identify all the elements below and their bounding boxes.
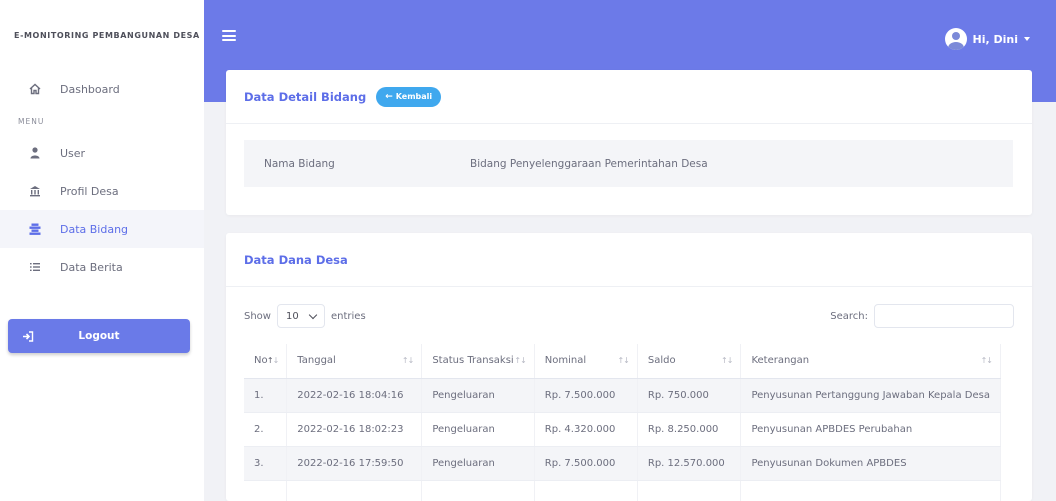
sort-icon: ↑↓ bbox=[980, 356, 993, 365]
sidebar-item-label: Data Berita bbox=[60, 260, 123, 274]
cell-saldo: Rp. 8.250.000 bbox=[637, 412, 742, 447]
sort-icon: ↑↓ bbox=[266, 356, 279, 365]
column-header-saldo[interactable]: Saldo ↑↓ bbox=[637, 344, 742, 379]
menu-heading: MENU bbox=[18, 116, 45, 126]
sort-icon: ↑↓ bbox=[514, 356, 526, 365]
cell-nominal: Rp. 4.320.000 bbox=[534, 412, 638, 447]
card-header: Data Dana Desa bbox=[226, 233, 1032, 287]
home-icon bbox=[28, 82, 42, 96]
sidebar: E-MONITORING PEMBANGUNAN DESA Dashboard … bbox=[0, 0, 204, 501]
sign-out-icon bbox=[22, 329, 36, 343]
sidebar-item-profil-desa[interactable]: Profil Desa bbox=[0, 172, 204, 210]
cell-nominal: Rp. 7.500.000 bbox=[534, 378, 638, 413]
cell-nominal: Rp. 7.500.000 bbox=[534, 446, 638, 481]
table-controls: Show 10 entries Search: bbox=[244, 303, 1014, 329]
card-header: Data Detail Bidang ← Kembali bbox=[226, 70, 1032, 124]
cell-tanggal: 2022-02-16 17:59:50 bbox=[286, 446, 423, 481]
logout-label: Logout bbox=[78, 330, 120, 342]
column-header-keterangan[interactable]: Keterangan ↑↓ bbox=[740, 344, 1001, 379]
table-header-row: No ↑↓ Tanggal ↑↓ Status Transaksi ↑↓ Nomina… bbox=[244, 344, 1001, 379]
search-box: Search: bbox=[830, 304, 1014, 328]
search-label: Search: bbox=[830, 310, 868, 322]
back-label: Kembali bbox=[395, 92, 433, 101]
show-label: Show bbox=[244, 310, 271, 322]
table-row bbox=[244, 480, 1001, 501]
user-menu[interactable]: Hi, Dini bbox=[944, 28, 1030, 50]
cell-status: Pengeluaran bbox=[421, 446, 535, 481]
cell-keterangan: Penyusunan Pertanggung Jawaban Kepala De… bbox=[740, 378, 1001, 413]
list-lines-icon bbox=[28, 260, 42, 274]
sort-icon: ↑↓ bbox=[617, 356, 629, 365]
detail-bidang-card: Data Detail Bidang ← Kembali Nama Bidang… bbox=[226, 70, 1032, 215]
dana-desa-card: Data Dana Desa Show 10 entries Search: N… bbox=[226, 233, 1032, 501]
show-entries: Show 10 entries bbox=[244, 304, 366, 328]
cell-no: 2. bbox=[244, 412, 288, 447]
app-title: E-MONITORING PEMBANGUNAN DESA bbox=[14, 30, 200, 40]
user-icon bbox=[28, 146, 42, 160]
sidebar-item-user[interactable]: User bbox=[0, 134, 204, 172]
cell-tanggal: 2022-02-16 18:04:16 bbox=[286, 378, 423, 413]
field-value: Bidang Penyelenggaraan Pemerintahan Desa bbox=[470, 157, 708, 170]
field-label: Nama Bidang bbox=[264, 157, 335, 170]
menu-toggle-icon[interactable] bbox=[222, 30, 236, 41]
table-row: 2. 2022-02-16 18:02:23 Pengeluaran Rp. 4… bbox=[244, 412, 1001, 447]
entries-select[interactable]: 10 bbox=[276, 304, 325, 328]
card-title: Data Dana Desa bbox=[244, 252, 348, 267]
logout-button[interactable]: Logout bbox=[8, 319, 190, 353]
user-greeting: Hi, Dini bbox=[972, 32, 1019, 46]
cell-saldo: Rp. 12.570.000 bbox=[637, 446, 742, 481]
cell-no: 1. bbox=[244, 378, 288, 413]
sort-icon: ↑↓ bbox=[721, 356, 733, 365]
sidebar-item-data-berita[interactable]: Data Berita bbox=[0, 248, 204, 286]
cell-keterangan: Penyusunan APBDES Perubahan bbox=[740, 412, 1001, 447]
cell-saldo: Rp. 750.000 bbox=[637, 378, 742, 413]
sidebar-item-label: Profil Desa bbox=[60, 184, 119, 198]
column-header-status[interactable]: Status Transaksi ↑↓ bbox=[421, 344, 535, 379]
card-title: Data Detail Bidang bbox=[244, 89, 367, 104]
column-header-no[interactable]: No ↑↓ bbox=[244, 344, 288, 379]
sidebar-item-label: Data Bidang bbox=[60, 222, 129, 236]
table-row: 1. 2022-02-16 18:04:16 Pengeluaran Rp. 7… bbox=[244, 378, 1001, 413]
dana-desa-table: No ↑↓ Tanggal ↑↓ Status Transaksi ↑↓ Nomina… bbox=[244, 344, 1001, 501]
caret-down-icon bbox=[1024, 37, 1030, 41]
table-row: 3. 2022-02-16 17:59:50 Pengeluaran Rp. 7… bbox=[244, 446, 1001, 481]
avatar bbox=[944, 28, 967, 50]
detail-row: Nama Bidang Bidang Penyelenggaraan Pemer… bbox=[244, 140, 1013, 187]
cell-status: Pengeluaran bbox=[421, 378, 535, 413]
cell-status: Pengeluaran bbox=[421, 412, 535, 447]
sidebar-item-dashboard[interactable]: Dashboard bbox=[0, 70, 204, 108]
sort-icon: ↑↓ bbox=[401, 356, 414, 365]
list-icon bbox=[28, 222, 42, 236]
landmark-icon bbox=[28, 184, 42, 198]
back-button[interactable]: ← Kembali bbox=[376, 86, 442, 107]
cell-no: 3. bbox=[244, 446, 288, 481]
entries-label: entries bbox=[330, 310, 366, 322]
search-input[interactable] bbox=[874, 304, 1014, 328]
sidebar-item-label: Dashboard bbox=[60, 82, 120, 96]
sidebar-item-data-bidang[interactable]: Data Bidang bbox=[0, 210, 204, 248]
chevron-down-icon bbox=[308, 310, 318, 319]
column-header-tanggal[interactable]: Tanggal ↑↓ bbox=[286, 344, 423, 379]
sidebar-item-label: User bbox=[60, 146, 86, 160]
cell-keterangan: Penyusunan Dokumen APBDES bbox=[740, 446, 1001, 481]
arrow-left-icon: ← bbox=[385, 91, 393, 102]
column-header-nominal[interactable]: Nominal ↑↓ bbox=[534, 344, 638, 379]
cell-tanggal: 2022-02-16 18:02:23 bbox=[286, 412, 423, 447]
entries-value: 10 bbox=[285, 310, 299, 322]
